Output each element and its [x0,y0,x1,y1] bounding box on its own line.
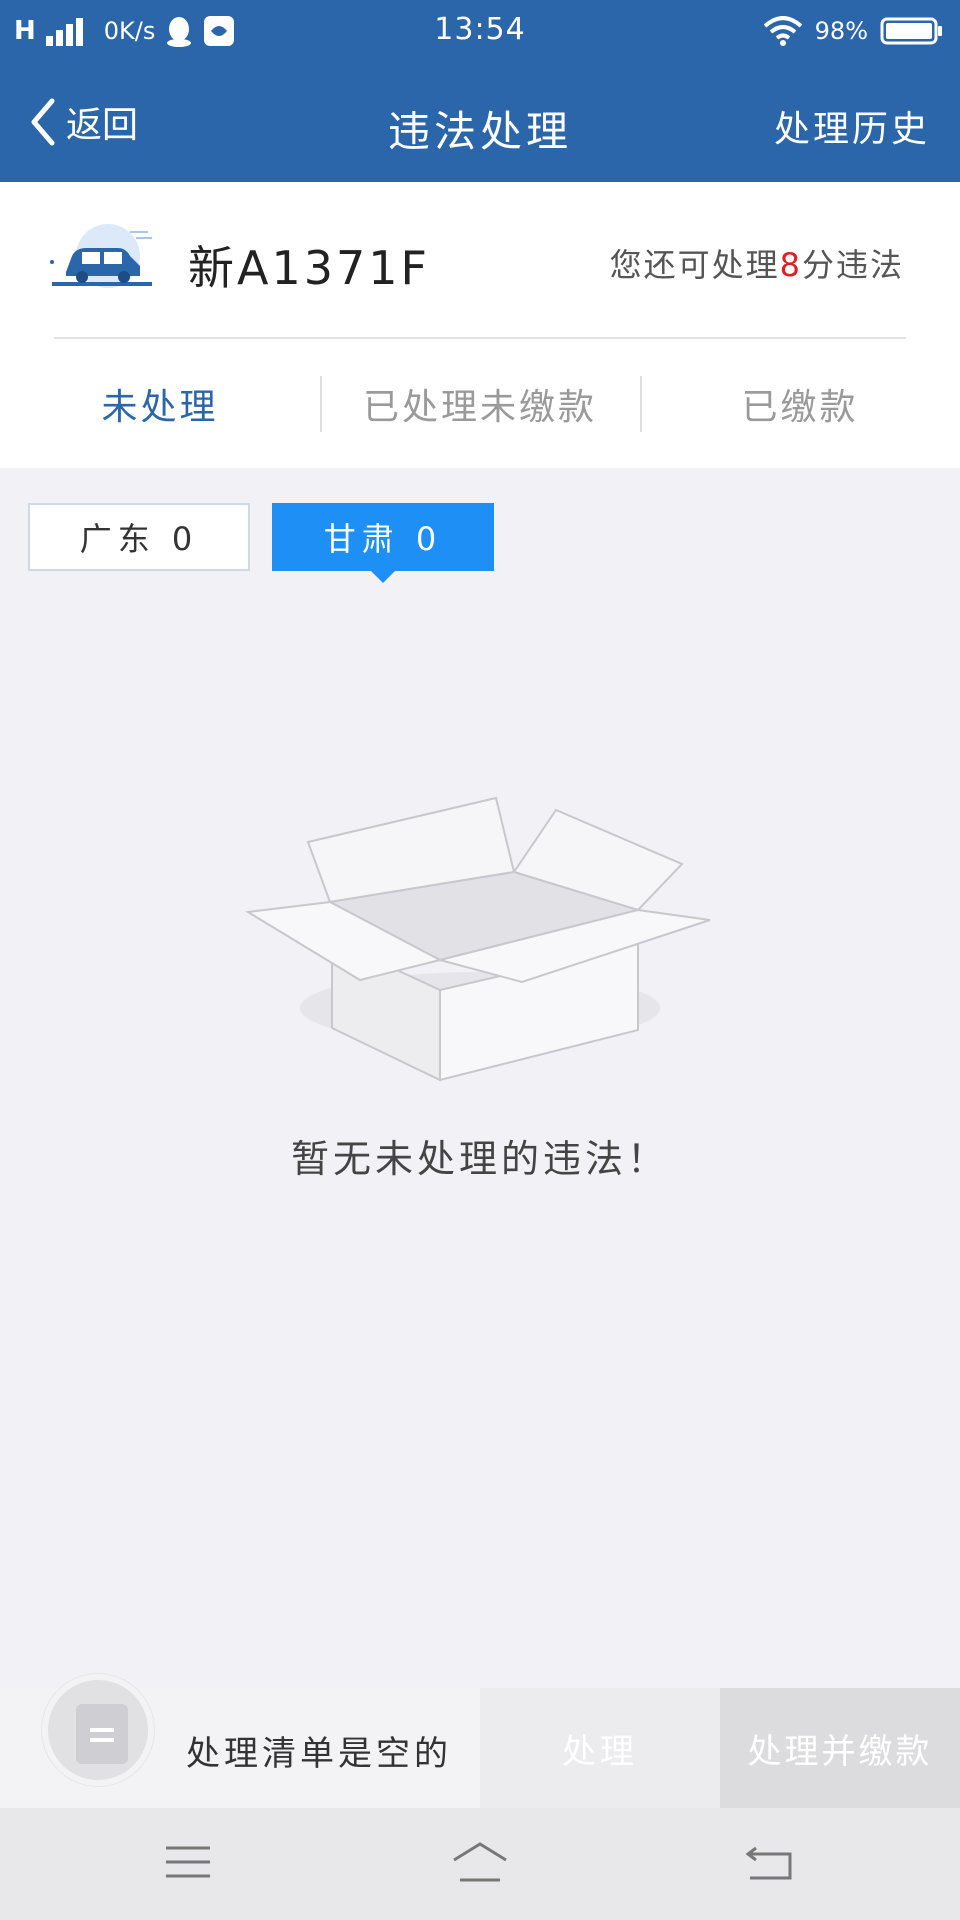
process-list-button[interactable] [42,1674,154,1786]
status-bar: H 0K/s 13:54 98% [0,0,960,62]
region-guangdong-button[interactable]: 广东 0 [28,503,250,571]
points-value: 8 [779,246,802,284]
empty-box-icon [245,796,711,1082]
region-gansu-button[interactable]: 甘肃 0 [272,503,494,583]
list-icon [76,1704,128,1764]
divider [54,337,906,339]
back-icon[interactable] [742,1838,802,1888]
process-and-pay-button[interactable]: 处理并缴款 [720,1688,960,1808]
tab-paid[interactable]: 已缴款 [640,340,960,468]
system-nav-bar [0,1808,960,1920]
process-list-area[interactable]: 处理清单是空的 [0,1674,480,1808]
tab-unprocessed[interactable]: 未处理 [0,340,320,468]
car-icon [50,224,152,288]
status-right: 98% [763,12,944,50]
home-icon[interactable] [450,1838,510,1888]
action-bar: 处理清单是空的 处理 处理并缴款 [0,1674,960,1808]
menu-icon[interactable] [158,1838,218,1888]
points-suffix: 分违法 [801,246,904,284]
history-button[interactable]: 处理历史 [774,100,930,152]
wifi-icon [763,16,802,46]
process-button[interactable]: 处理 [480,1688,720,1808]
battery-icon [880,17,942,45]
app-header: 返回 违法处理 处理历史 [0,62,960,182]
tab-processed-unpaid[interactable]: 已处理未缴款 [320,340,640,468]
points-prefix: 您还可处理 [609,246,780,284]
remaining-points: 您还可处理8分违法 [610,240,904,286]
empty-state-message: 暂无未处理的违法！ [290,1137,669,1181]
vehicle-panel: 新A1371F 您还可处理8分违法 未处理 已处理未缴款 已缴款 [0,182,960,468]
license-plate: 新A1371F [188,241,430,295]
process-list-status: 处理清单是空的 [186,1734,452,1774]
battery-percent: 98% [814,17,868,45]
status-tabs: 未处理 已处理未缴款 已缴款 [0,340,960,468]
